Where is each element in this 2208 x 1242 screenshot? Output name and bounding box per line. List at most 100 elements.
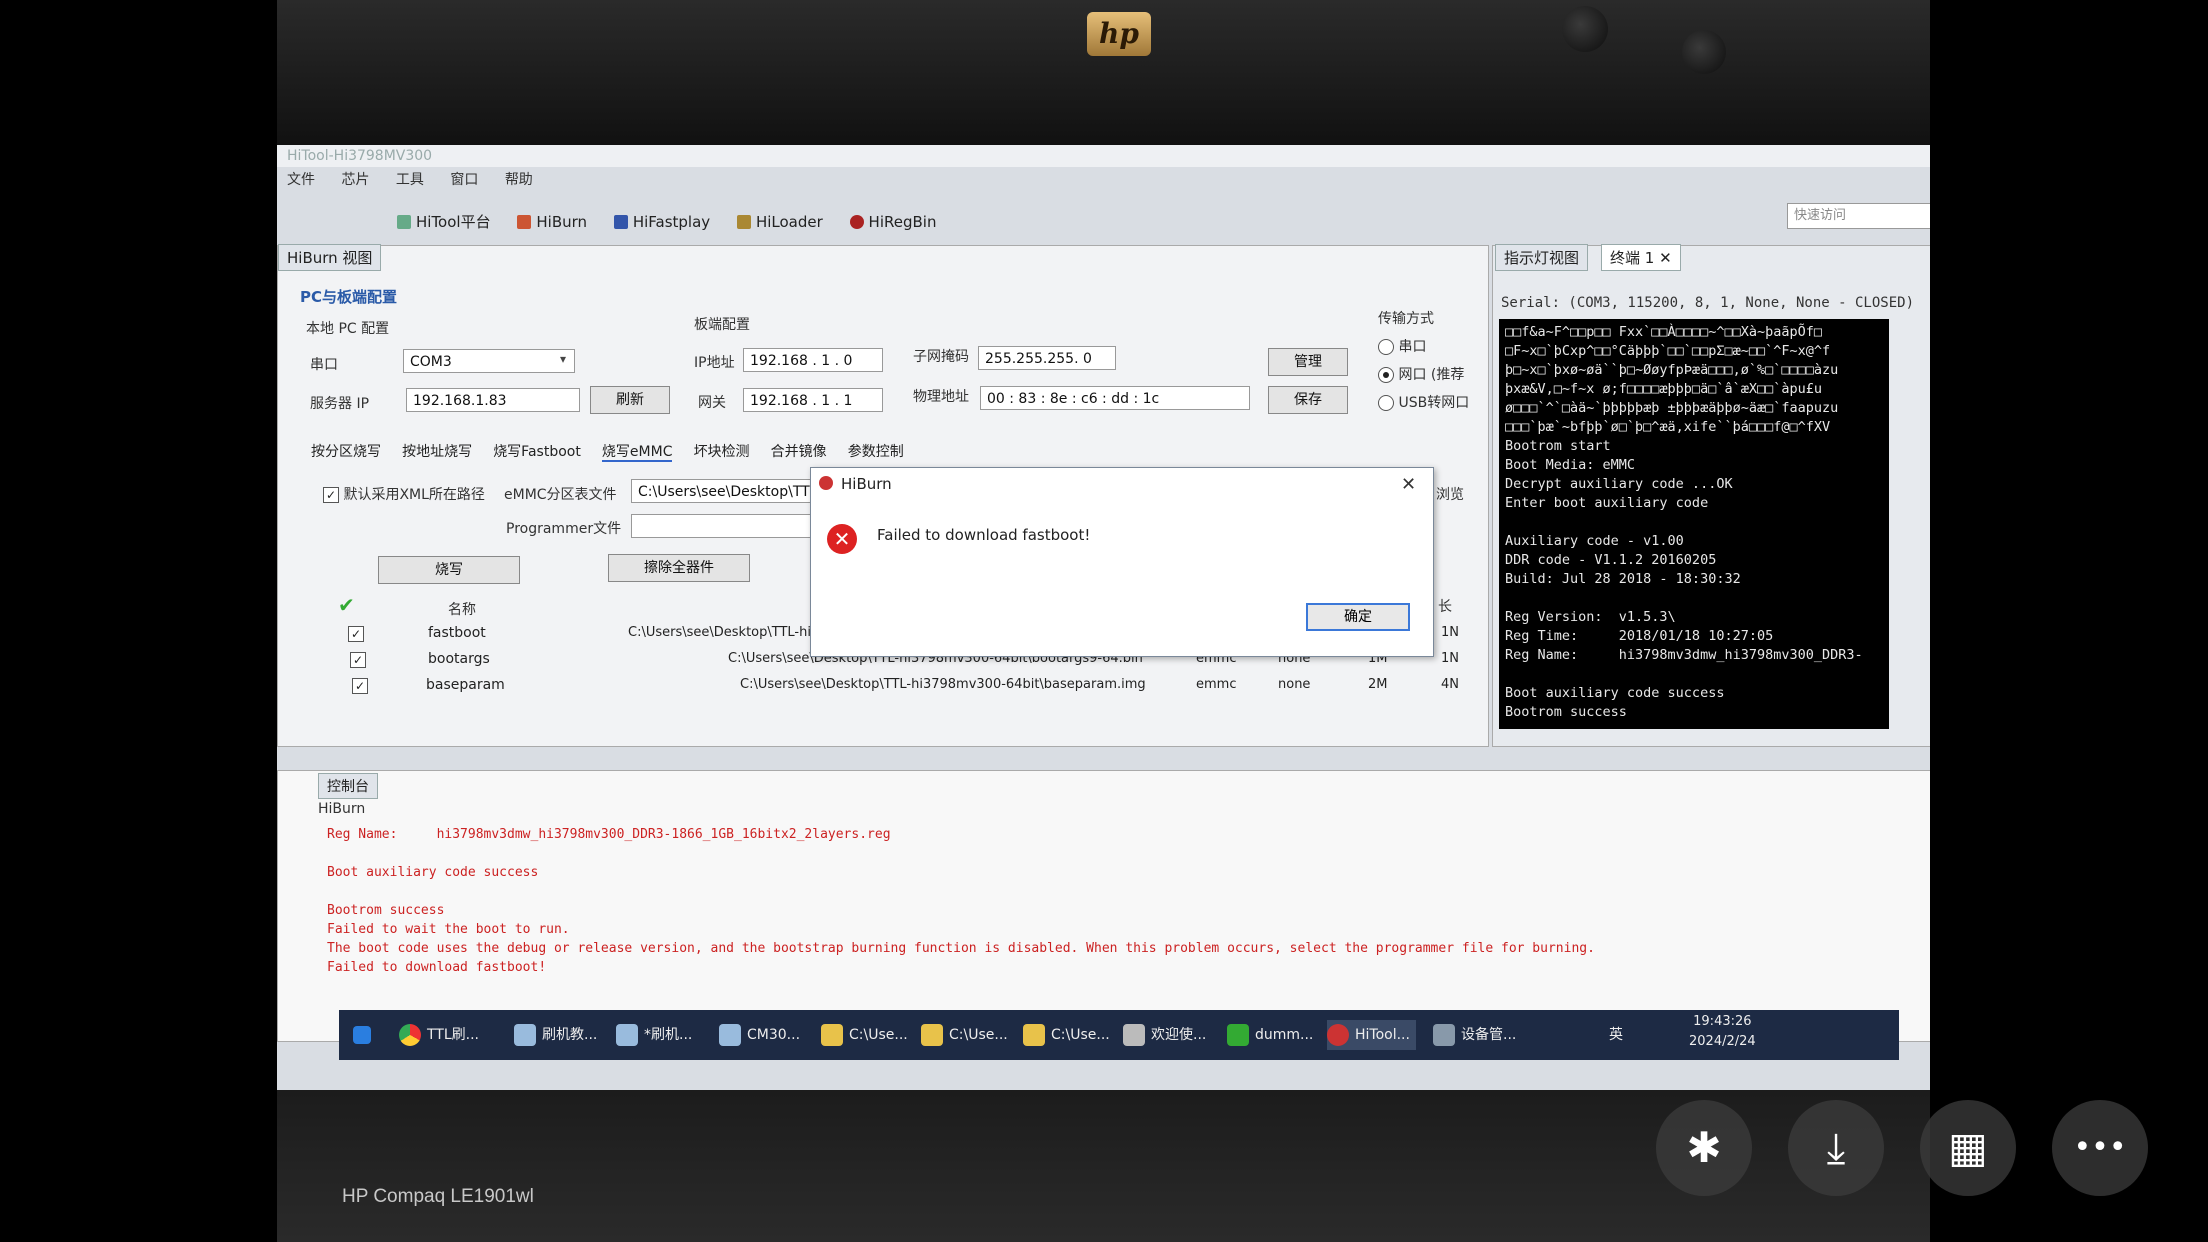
tab-terminal-1[interactable]: 终端 1 ✕: [1601, 244, 1681, 271]
save-button[interactable]: 保存: [1268, 386, 1348, 414]
column-length-header: 长: [1438, 599, 1452, 615]
table-row[interactable]: ✓ baseparam C:\Users\see\Desktop\TTL-hi3…: [278, 672, 1478, 698]
windows-icon: [353, 1026, 371, 1044]
terminal-line: þxæ&V,□~f~x ø;f□□□□æþþþ□ä□`â`æX□□`àpu£u: [1505, 381, 1822, 397]
taskbar-item[interactable]: TTL刷...: [399, 1020, 479, 1050]
hiloader-button[interactable]: HiLoader: [736, 213, 823, 231]
taskbar: TTL刷... 刷机教... *刷机... CM30... C:\Use... …: [339, 1010, 1899, 1060]
taskbar-item[interactable]: 刷机教...: [514, 1020, 597, 1050]
row-checkbox[interactable]: ✓: [352, 678, 368, 694]
emmc-table-field[interactable]: C:\Users\see\Desktop\TT: [631, 479, 811, 503]
hiburn-button[interactable]: HiBurn: [517, 213, 587, 231]
terminal-line: ø□□□`^`□àä~`þþþþþæþ ±þþþæäþþø~äæ□`faapuz…: [1505, 400, 1839, 416]
transfer-serial-option[interactable]: 串口: [1378, 336, 1426, 356]
serial-port-select[interactable]: COM3: [403, 349, 575, 373]
folder-icon: [921, 1024, 943, 1046]
serial-status: Serial: (COM3, 115200, 8, 1, None, None …: [1501, 295, 1915, 311]
row-length: 1N: [1441, 625, 1459, 640]
ime-indicator[interactable]: 英: [1609, 1020, 1623, 1050]
server-ip-label: 服务器 IP: [310, 396, 370, 412]
erase-all-button[interactable]: 擦除全器件: [608, 554, 750, 582]
row-checkbox[interactable]: ✓: [348, 626, 364, 642]
programmer-file-label: Programmer文件: [506, 521, 622, 537]
gateway-field[interactable]: 192.168 . 1 . 1: [743, 388, 883, 412]
programmer-file-field[interactable]: [631, 514, 811, 538]
more-icon[interactable]: •••: [2052, 1100, 2148, 1196]
grid-icon[interactable]: ▦: [1920, 1100, 2016, 1196]
server-ip-select[interactable]: 192.168.1.83: [406, 388, 580, 412]
browse-button[interactable]: 浏览: [1436, 484, 1464, 504]
radio-selected-icon: [1378, 367, 1394, 383]
system-clock[interactable]: 19:43:26 2024/2/24: [1689, 1012, 1756, 1049]
hitool-platform-button[interactable]: HiTool平台: [397, 211, 491, 232]
pinwheel-icon[interactable]: ✱: [1656, 1100, 1752, 1196]
row-name: fastboot: [428, 625, 486, 641]
notepad-icon: [616, 1024, 638, 1046]
terminal-line: Boot auxiliary code success: [1505, 685, 1725, 701]
check-all-icon[interactable]: ✔: [338, 593, 355, 617]
refresh-button[interactable]: 刷新: [590, 386, 670, 414]
hiregbin-button[interactable]: HiRegBin: [849, 213, 936, 231]
taskbar-item[interactable]: dumm...: [1227, 1020, 1313, 1050]
terminal-line: Reg Name: hi3798mv3dmw_hi3798mv300_DDR3-: [1505, 647, 1863, 663]
tab-partition-burn[interactable]: 按分区烧写: [311, 444, 381, 460]
menu-help[interactable]: 帮助: [505, 172, 533, 188]
serial-port-label: 串口: [310, 357, 338, 373]
tab-indicator-view[interactable]: 指示灯视图: [1495, 244, 1589, 271]
taskbar-item[interactable]: C:\Use...: [821, 1020, 908, 1050]
terminal-line: Reg Time: 2018/01/18 10:27:05: [1505, 628, 1774, 644]
section-pc-board-config[interactable]: PC与板端配置: [300, 286, 397, 307]
folder-icon: [821, 1024, 843, 1046]
tab-param-control[interactable]: 参数控制: [848, 444, 904, 460]
download-icon[interactable]: ⤓: [1788, 1100, 1884, 1196]
tab-emmc-burn[interactable]: 烧写eMMC: [601, 444, 673, 462]
menu-chip[interactable]: 芯片: [341, 172, 369, 188]
default-xml-path-checkbox[interactable]: ✓ 默认采用XML所在路径: [323, 484, 485, 504]
transfer-network-option[interactable]: 网口 (推荐: [1378, 364, 1464, 384]
taskbar-item[interactable]: 欢迎使...: [1123, 1020, 1206, 1050]
mac-address-field[interactable]: 00 : 83 : 8e : c6 : dd : 1c: [980, 386, 1250, 410]
close-icon[interactable]: ✕: [1659, 249, 1672, 267]
taskbar-item-active[interactable]: HiTool...: [1327, 1020, 1416, 1050]
ip-address-field[interactable]: 192.168 . 1 . 0: [743, 348, 883, 372]
chrome-icon: [399, 1024, 421, 1046]
taskbar-item[interactable]: C:\Use...: [921, 1020, 1008, 1050]
tab-merge-image[interactable]: 合并镜像: [771, 444, 827, 460]
taskbar-item[interactable]: C:\Use...: [1023, 1020, 1110, 1050]
notepad-icon: [719, 1024, 741, 1046]
hiburn-view-tab[interactable]: HiBurn 视图: [278, 244, 382, 271]
clock-date: 2024/2/24: [1689, 1034, 1756, 1049]
manage-button[interactable]: 管理: [1268, 348, 1348, 376]
tab-bad-block-check[interactable]: 坏块检测: [694, 444, 750, 460]
burn-mode-tabs: 按分区烧写 按地址烧写 烧写Fastboot 烧写eMMC 坏块检测 合并镜像 …: [311, 441, 1211, 462]
chevron-down-icon: ▾: [560, 352, 567, 366]
row-start: 2M: [1368, 677, 1388, 692]
menu-file[interactable]: 文件: [287, 172, 315, 188]
terminal-output: □□f&a~F^□□p□□ Fxx`□□À□□□□~^□□Xà~þaãpÕf□ □…: [1499, 319, 1889, 729]
hifastplay-button[interactable]: HiFastplay: [613, 213, 710, 231]
menu-tools[interactable]: 工具: [396, 172, 424, 188]
subnet-mask-field[interactable]: 255.255.255. 0: [978, 346, 1116, 370]
taskbar-item[interactable]: 设备管...: [1433, 1020, 1516, 1050]
menu-window[interactable]: 窗口: [450, 172, 478, 188]
house-icon: [397, 215, 411, 229]
taskbar-item[interactable]: *刷机...: [616, 1020, 692, 1050]
console-tab[interactable]: 控制台: [318, 773, 378, 799]
close-icon[interactable]: ✕: [1401, 474, 1416, 495]
start-button[interactable]: [353, 1020, 377, 1050]
taskbar-item[interactable]: CM30...: [719, 1020, 800, 1050]
folder-icon: [1023, 1024, 1045, 1046]
burn-button[interactable]: 烧写: [378, 556, 520, 584]
row-checkbox[interactable]: ✓: [350, 652, 366, 668]
quick-access-input[interactable]: 快速访问: [1787, 203, 1930, 229]
tab-address-burn[interactable]: 按地址烧写: [402, 444, 472, 460]
transfer-usb-option[interactable]: USB转网口: [1378, 392, 1469, 412]
console-line: Failed to wait the boot to run.: [327, 922, 570, 937]
monitor-screen: HiTool-Hi3798MV300 文件 芯片 工具 窗口 帮助 HiTool…: [277, 145, 1930, 1090]
tab-fastboot-burn[interactable]: 烧写Fastboot: [493, 444, 581, 460]
ok-button[interactable]: 确定: [1306, 603, 1410, 631]
hitool-icon: [1327, 1024, 1349, 1046]
terminal-line: þ□~x□`þxø~øä``þ□~ØøyfpÞæä□□□,ø`%□`□□□□àz…: [1505, 362, 1839, 378]
